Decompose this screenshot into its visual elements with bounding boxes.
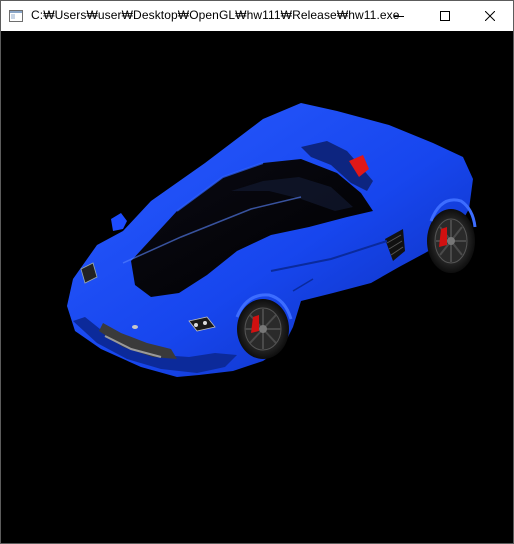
- app-window: C:₩Users₩user₩Desktop₩OpenGL₩hw111₩Relea…: [0, 0, 514, 544]
- hood-badge: [132, 325, 138, 329]
- minimize-icon: [394, 16, 404, 17]
- opengl-viewport[interactable]: [1, 31, 513, 543]
- maximize-icon: [440, 11, 450, 21]
- minimize-button[interactable]: [376, 1, 422, 31]
- car-render: [67, 103, 477, 377]
- close-button[interactable]: [467, 1, 513, 31]
- side-mirror: [111, 213, 127, 231]
- console-app-icon: [9, 10, 23, 22]
- maximize-button[interactable]: [422, 1, 468, 31]
- close-icon: [485, 11, 495, 21]
- title-bar[interactable]: C:₩Users₩user₩Desktop₩OpenGL₩hw111₩Relea…: [1, 1, 513, 31]
- front-wheel: [237, 299, 289, 359]
- window-title: C:₩Users₩user₩Desktop₩OpenGL₩hw111₩Relea…: [31, 8, 400, 22]
- rear-wheel: [427, 209, 475, 273]
